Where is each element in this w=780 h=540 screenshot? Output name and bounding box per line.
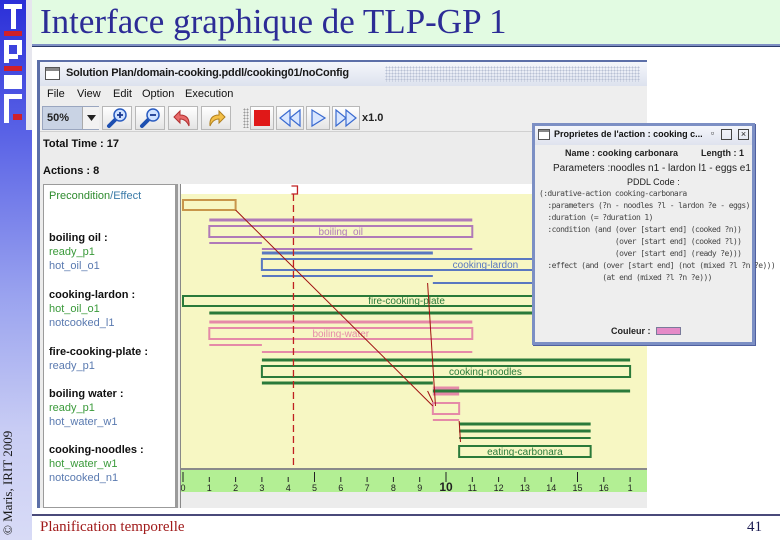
pddl-code-label: PDDL Code : xyxy=(627,177,680,187)
play-button[interactable] xyxy=(306,106,330,130)
pddl-code-line: :duration (= ?duration 1) xyxy=(539,213,653,222)
precondition-header: Precondition xyxy=(49,190,111,202)
page-number: 41 xyxy=(747,519,762,535)
action-bar-label: fire-cooking-plate xyxy=(368,296,445,307)
precondition-effect-list[interactable]: Precondition/Effect boiling oil : ready_… xyxy=(43,184,178,508)
pddl-code-line: (at end (mixed ?l ?n ?e))) xyxy=(539,273,712,282)
minimize-icon[interactable]: ▫ xyxy=(707,129,718,140)
actions-count: Actions : 8 xyxy=(43,165,100,177)
zoom-out-button[interactable] xyxy=(135,106,165,130)
list-effect: notcooked_n1 xyxy=(49,472,119,484)
titlebar-drag-area[interactable] xyxy=(385,66,640,82)
irit-logo-icon xyxy=(4,4,22,123)
action-properties-dialog: Proprietes de l'action : cooking c... ▫ … xyxy=(532,123,776,345)
color-label: Couleur : xyxy=(611,326,651,336)
zoom-in-icon xyxy=(107,108,127,128)
list-action-name: fire-cooking-plate : xyxy=(49,346,149,358)
chevron-down-icon[interactable] xyxy=(82,107,99,129)
list-precondition: ready_p1 xyxy=(49,246,95,258)
pddl-code-line: (over [start end] (cooked ?l)) xyxy=(539,237,742,246)
pddl-code-line: :effect (and (over [start end] (not (mix… xyxy=(539,261,776,270)
rewind-button[interactable] xyxy=(276,106,304,130)
causal-link xyxy=(427,390,434,403)
list-action-name: boiling oil : xyxy=(49,232,108,244)
footer-divider xyxy=(32,514,780,516)
effect-header: Effect xyxy=(113,190,142,202)
action-parameters: Parameters :noodles n1 - lardon l1 - egg… xyxy=(553,163,751,174)
pddl-code-line: (over [start end] (ready ?e))) xyxy=(539,249,742,258)
action-bar-label: cooking-lardon xyxy=(453,260,519,271)
list-effect: ready_p1 xyxy=(49,360,95,372)
list-precondition: ready_p1 xyxy=(49,402,95,414)
list-action-name: boiling water : xyxy=(49,388,124,400)
action-bar-label: eating-carbonara xyxy=(487,447,563,458)
ruler-svg: 0 1 2 3 4 5 6 7 8 9 10 11 12 13 14 15 16 1 xyxy=(180,472,633,494)
window-icon xyxy=(45,67,60,80)
list-header: Precondition/Effect xyxy=(49,190,141,202)
list-effect: hot_water_w1 xyxy=(49,416,118,428)
list-effect: notcooked_l1 xyxy=(49,317,115,329)
menu-view[interactable]: View xyxy=(77,88,101,100)
color-swatch[interactable] xyxy=(656,327,681,335)
menu-option[interactable]: Option xyxy=(142,88,174,100)
action-name: Name : cooking carbonara xyxy=(565,148,679,158)
list-action-name: cooking-lardon : xyxy=(49,289,136,301)
list-precondition: hot_water_w1 xyxy=(49,458,118,470)
redo-icon xyxy=(209,109,226,127)
action-length: Length : 1 xyxy=(701,148,744,158)
maximize-icon[interactable] xyxy=(721,129,732,140)
menu-edit[interactable]: Edit xyxy=(113,88,132,100)
list-precondition: hot_oil_o1 xyxy=(49,303,100,315)
dialog-titlebar[interactable]: Proprietes de l'action : cooking c... ▫ … xyxy=(535,126,752,145)
redo-button[interactable] xyxy=(201,106,231,130)
rewind-icon xyxy=(279,108,301,128)
irit-logo xyxy=(0,0,32,130)
menu-file[interactable]: File xyxy=(47,88,65,100)
slide-sidebar: © Maris, IRIT 2009 xyxy=(0,0,32,540)
window-icon xyxy=(538,129,550,140)
ruler-footer xyxy=(180,492,647,508)
undo-icon xyxy=(173,109,190,127)
time-ruler[interactable]: 0 1 2 3 4 5 6 7 8 9 10 11 12 13 14 15 16 1 xyxy=(180,468,647,494)
speed-label: x1.0 xyxy=(362,112,384,124)
fast-forward-button[interactable] xyxy=(332,106,360,130)
zoom-in-button[interactable] xyxy=(102,106,132,130)
window-title: Solution Plan/domain-cooking.pddl/cookin… xyxy=(66,67,349,79)
total-time: Total Time : 17 xyxy=(43,138,120,150)
action-bar xyxy=(260,365,632,378)
copyright-text: © Maris, IRIT 2009 xyxy=(0,430,15,535)
pddl-code-line: (:durative-action cooking-carbonara xyxy=(539,189,687,198)
menu-bar: File View Edit Option Execution xyxy=(40,86,647,104)
action-bar-label: cooking-noodles xyxy=(449,367,522,378)
close-icon[interactable]: × xyxy=(738,129,749,140)
fast-forward-icon xyxy=(335,108,357,128)
action-bar xyxy=(182,199,237,211)
zoom-select[interactable]: 50% xyxy=(42,106,99,130)
pddl-code-line: :condition (and (over [start end] (cooke… xyxy=(539,225,742,234)
slide-title: Interface graphique de TLP-GP 1 xyxy=(40,2,507,41)
title-divider xyxy=(32,44,780,47)
action-bar xyxy=(431,402,461,415)
toolbar-grip[interactable] xyxy=(243,108,249,128)
window-titlebar[interactable]: Solution Plan/domain-cooking.pddl/cookin… xyxy=(40,60,647,86)
dialog-title: Proprietes de l'action : cooking c... xyxy=(554,129,703,139)
play-icon xyxy=(311,108,327,128)
action-bar-label: boiling_oil xyxy=(319,227,363,238)
slide-header: Interface graphique de TLP-GP 1 xyxy=(32,0,780,44)
list-effect: hot_oil_o1 xyxy=(49,260,100,272)
stop-button[interactable] xyxy=(250,106,274,130)
list-action-name: cooking-noodles : xyxy=(49,444,144,456)
footer-topic: Planification temporelle xyxy=(40,519,185,535)
stop-icon xyxy=(254,110,270,126)
zoom-value: 50% xyxy=(47,112,70,124)
undo-button[interactable] xyxy=(168,106,198,130)
current-time-handle xyxy=(291,185,299,195)
pddl-code-line: :parameters (?n - noodles ?l - lardon ?e… xyxy=(539,201,750,210)
menu-execution[interactable]: Execution xyxy=(185,88,233,100)
zoom-out-icon xyxy=(140,108,160,128)
